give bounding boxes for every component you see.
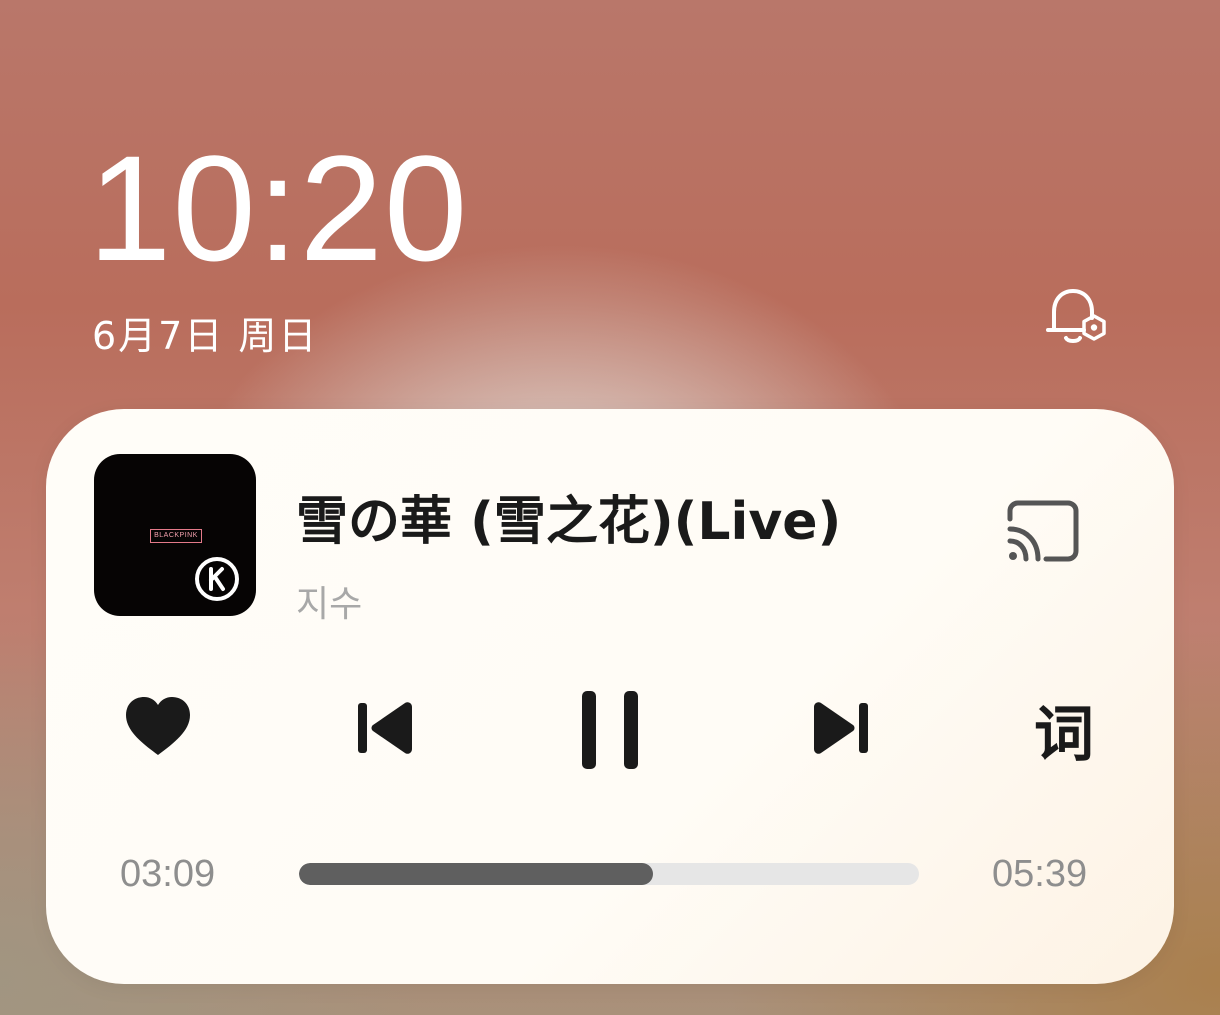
media-player-card[interactable]: BLACKPINK 雪の華 (雪之花)(Live) 지수 词 03:09 05:… [46,409,1174,984]
progress-fill [299,863,654,885]
notification-settings-icon[interactable] [1040,284,1112,348]
skip-previous-icon[interactable] [352,699,422,757]
k-badge-icon [195,557,239,601]
total-time: 05:39 [992,853,1088,895]
pause-icon[interactable] [574,689,646,771]
heart-icon[interactable] [122,693,194,759]
album-subtitle-text [148,545,204,551]
album-cover[interactable]: BLACKPINK [94,454,256,616]
cast-icon[interactable] [1002,499,1082,565]
elapsed-time: 03:09 [120,853,216,895]
lockscreen-clock: 10:20 [88,124,469,292]
lockscreen-date: 6月7日 周日 [92,314,319,358]
track-title: 雪の華 (雪之花)(Live) [296,492,842,552]
track-artist: 지수 [296,584,363,625]
progress-bar[interactable] [299,863,919,885]
album-logo-text: BLACKPINK [150,529,202,543]
skip-next-icon[interactable] [804,699,874,757]
lyrics-button[interactable]: 词 [1034,703,1094,767]
